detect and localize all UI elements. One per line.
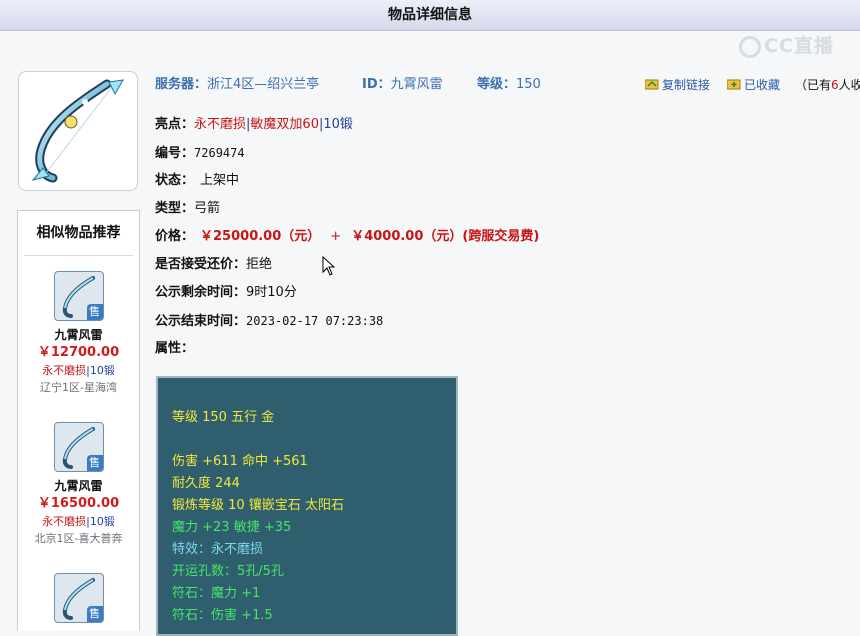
highlight-2: 敏魔双加60 <box>250 117 319 132</box>
level-label: 等级： <box>477 77 517 92</box>
similar-item-tags: 永不磨损|10锻 <box>18 362 139 379</box>
watermark-logo-icon <box>739 35 762 58</box>
copy-link-icon <box>645 79 659 90</box>
attributes-row: 属性： <box>155 339 194 359</box>
similar-item-tag-blue: 10锻 <box>89 515 115 528</box>
watermark-text: CC直播 <box>764 35 834 57</box>
price-label: 价格： <box>155 229 195 244</box>
number-value: 7269474 <box>194 146 245 160</box>
price-plus: + <box>330 229 342 244</box>
id-label: ID： <box>362 77 391 92</box>
counter-offer-label: 是否接受还价： <box>155 257 247 272</box>
number-row: 编号：7269474 <box>155 143 245 163</box>
server-value: 浙江4区—绍兴兰亭 <box>207 77 320 92</box>
end-time-value: 2023-02-17 07:23:38 <box>246 314 384 328</box>
similar-item[interactable]: 售 九霄风雷 ￥12700.00 永不磨损|10锻 辽宁1区-星海湾 <box>18 271 139 396</box>
role-id-info: ID：九霄风雷 <box>362 76 443 94</box>
fav-count-number: 6 <box>831 78 839 92</box>
copy-link-button[interactable]: 复制链接 <box>645 76 710 94</box>
type-value: 弓箭 <box>194 201 221 216</box>
sidebar-title: 相似物品推荐 <box>24 211 133 256</box>
fav-suffix: 人收藏 <box>838 78 860 92</box>
similar-item[interactable]: 售 <box>18 573 139 623</box>
bow-item-icon <box>31 79 124 183</box>
item-image <box>18 71 138 191</box>
attr-line: 符石：伤害 +1.5 <box>172 608 273 623</box>
attr-line: 开运孔数：5孔/5孔 <box>172 564 284 579</box>
sale-badge: 售 <box>86 455 103 471</box>
attr-line: 耐久度 244 <box>172 476 240 491</box>
remaining-time-row: 公示剩余时间：9时10分 <box>155 283 297 303</box>
mouse-cursor-icon <box>322 256 336 276</box>
similar-item-server: 辽宁1区-星海湾 <box>40 381 117 394</box>
favorite-folder-icon <box>727 79 741 90</box>
fav-prefix: （已有 <box>795 78 832 92</box>
attr-line: 魔力 +23 敏捷 +35 <box>172 520 292 535</box>
similar-item-price: ￥12700.00 <box>37 345 120 360</box>
price-main: ￥25000.00（元） <box>200 229 321 244</box>
attr-line: 锻炼等级 10 镶嵌宝石 太阳石 <box>172 498 344 513</box>
level-info: 等级：150 <box>477 76 541 94</box>
price-row: 价格： ￥25000.00（元） + ￥4000.00（元）(跨服交易费) <box>155 227 539 247</box>
similar-item-name: 九霄风雷 <box>54 479 103 493</box>
highlight-label: 亮点： <box>155 117 195 132</box>
similar-item-tag-blue: 10锻 <box>89 364 115 377</box>
stream-watermark: CC直播 <box>739 34 834 58</box>
similar-item-tag-red: 永不磨损 <box>42 364 87 377</box>
type-row: 类型：弓箭 <box>155 199 220 219</box>
similar-item[interactable]: 售 九霄风雷 ￥16500.00 永不磨损|10锻 北京1区-喜大普奔 <box>18 422 139 547</box>
similar-items-sidebar: 相似物品推荐 售 九霄风雷 ￥12700.00 永不磨损|10锻 辽宁1区-星海… <box>17 210 140 631</box>
sale-badge: 售 <box>86 606 103 622</box>
bow-item-icon: 售 <box>53 422 104 472</box>
bow-item-icon: 售 <box>53 271 104 321</box>
attributes-label: 属性： <box>155 341 195 356</box>
favorite-count: （已有6人收藏 <box>795 76 860 94</box>
similar-item-price: ￥16500.00 <box>37 496 120 511</box>
similar-item-server: 北京1区-喜大普奔 <box>34 532 123 545</box>
highlight-1: 永不磨损 <box>194 117 247 132</box>
price-fee: ￥4000.00（元）(跨服交易费) <box>351 229 540 244</box>
status-value: 上架中 <box>200 173 240 188</box>
similar-item-name: 九霄风雷 <box>54 328 103 342</box>
status-label: 状态： <box>155 173 195 188</box>
counter-offer-row: 是否接受还价：拒绝 <box>155 255 272 275</box>
highlight-row: 亮点：永不磨损|敏魔双加60|10锻 <box>155 115 353 135</box>
server-info: 服务器：浙江4区—绍兴兰亭 <box>155 76 319 94</box>
copy-link-label: 复制链接 <box>662 78 711 92</box>
remaining-time-value: 9时10分 <box>246 285 297 300</box>
end-time-label: 公示结束时间： <box>155 314 247 329</box>
status-row: 状态： 上架中 <box>155 171 239 191</box>
counter-offer-value: 拒绝 <box>246 257 273 272</box>
attr-line: 符石：魔力 +1 <box>172 586 261 601</box>
similar-item-tag-red: 永不磨损 <box>42 515 87 528</box>
sale-badge: 售 <box>86 304 103 320</box>
attr-line: 等级 150 五行 金 <box>172 410 275 425</box>
highlight-3: 10锻 <box>323 117 353 132</box>
number-label: 编号： <box>155 146 195 161</box>
level-value: 150 <box>516 77 541 92</box>
favorited-label: 已收藏 <box>744 78 781 92</box>
id-value: 九霄风雷 <box>390 77 443 92</box>
page-title: 物品详细信息 <box>388 7 472 23</box>
server-label: 服务器： <box>155 77 208 92</box>
end-time-row: 公示结束时间：2023-02-17 07:23:38 <box>155 311 383 331</box>
bow-item-icon: 售 <box>53 573 104 623</box>
attributes-panel: 等级 150 五行 金 伤害 +611 命中 +561 耐久度 244 锻炼等级… <box>156 376 458 636</box>
remaining-time-label: 公示剩余时间： <box>155 285 247 300</box>
page-title-bar: 物品详细信息 <box>0 0 860 31</box>
type-label: 类型： <box>155 201 195 216</box>
attr-line: 伤害 +611 命中 +561 <box>172 454 308 469</box>
similar-item-tags: 永不磨损|10锻 <box>18 513 139 530</box>
favorited-button[interactable]: 已收藏 <box>727 76 780 94</box>
attr-line: 特效：永不磨损 <box>172 542 264 557</box>
